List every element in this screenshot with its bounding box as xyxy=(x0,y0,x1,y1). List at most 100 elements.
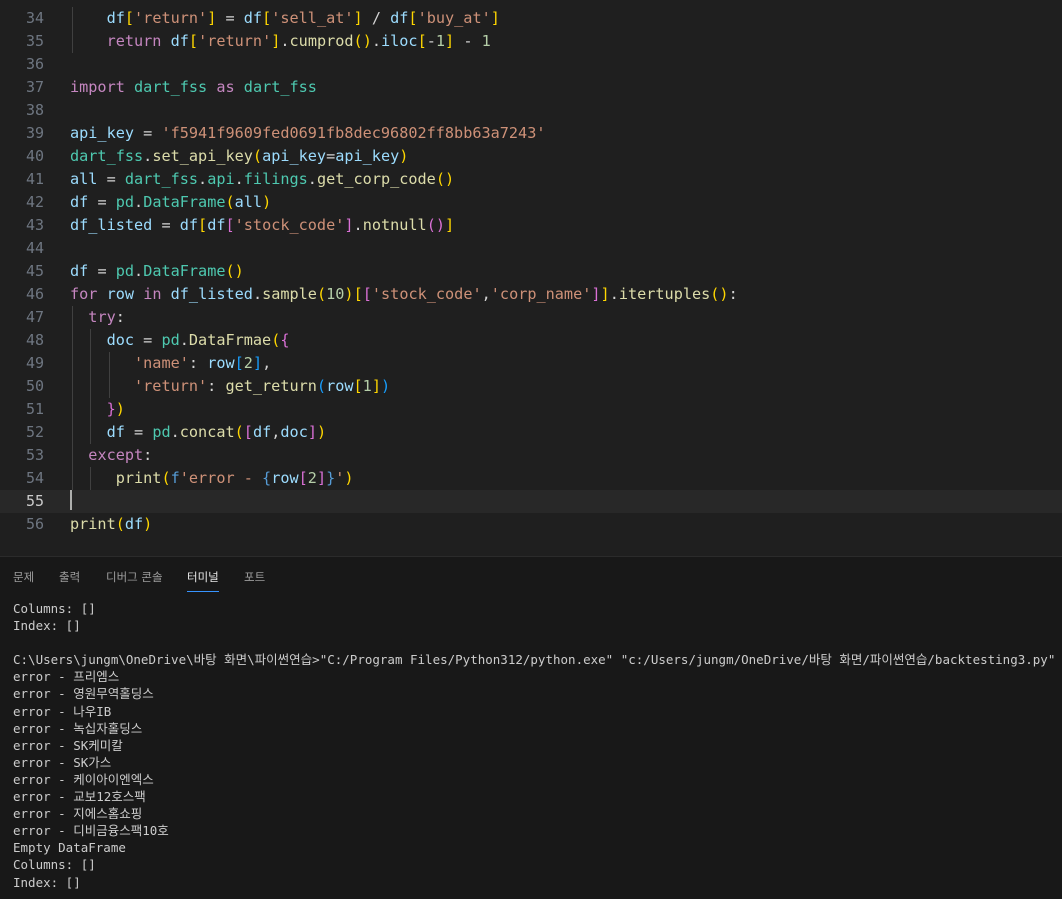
code-token: DataFrmae xyxy=(188,331,272,349)
code-text: dart_fss.set_api_key(api_key=api_key) xyxy=(70,145,408,168)
code-text: df['return'] = df['sell_at'] / df['buy_a… xyxy=(70,7,500,30)
code-token: . xyxy=(234,170,244,188)
terminal-line: Columns: [] xyxy=(13,601,96,616)
code-token: ( xyxy=(316,377,327,395)
code-token: pd xyxy=(115,262,135,280)
code-token: 'stock_code' xyxy=(234,216,345,234)
code-token: () xyxy=(710,285,729,303)
code-text: doc = pd.DataFrmae({ xyxy=(70,329,290,352)
code-text: 'return': get_return(row[1]) xyxy=(70,375,390,398)
code-token: print xyxy=(70,515,116,533)
code-line[interactable]: 34 df['return'] = df['sell_at'] / df['bu… xyxy=(0,7,1062,30)
panel-tab[interactable]: 포트 xyxy=(244,569,265,585)
code-line[interactable]: 53 except: xyxy=(0,444,1062,467)
code-token: ] xyxy=(445,32,455,50)
panel-tab[interactable]: 디버그 콘솔 xyxy=(106,569,163,585)
code-line[interactable]: 48 doc = pd.DataFrmae({ xyxy=(0,329,1062,352)
code-line[interactable]: 35 return df['return'].cumprod().iloc[-1… xyxy=(0,30,1062,53)
code-token: DataFrame xyxy=(143,262,226,280)
code-line[interactable]: 50 'return': get_return(row[1]) xyxy=(0,375,1062,398)
code-text: }) xyxy=(70,398,125,421)
code-token: [ xyxy=(362,285,372,303)
indent-guide xyxy=(72,306,73,490)
code-token: api_key xyxy=(262,147,327,165)
line-number: 46 xyxy=(25,285,44,303)
code-token: in xyxy=(143,285,162,303)
terminal-line: error - 영원무역홀딩스 xyxy=(13,686,154,702)
code-line[interactable]: 39 api_key = 'f5941f9609fed0691fb8dec9680… xyxy=(0,122,1062,145)
line-number: 36 xyxy=(25,55,44,73)
code-token: df xyxy=(390,9,409,27)
code-token: df xyxy=(170,32,189,50)
code-line[interactable]: 43 df_listed = df[df['stock_code'].notnul… xyxy=(0,214,1062,237)
line-number: 41 xyxy=(25,170,44,188)
code-token: ] xyxy=(307,423,317,441)
code-token: , xyxy=(262,354,272,372)
panel-tab[interactable]: 문제 xyxy=(13,569,34,585)
panel-tabs: 문제 출력 디버그 콘솔 터미널 포트 xyxy=(0,557,1062,592)
code-line[interactable]: 40 dart_fss.set_api_key(api_key=api_key) xyxy=(0,145,1062,168)
code-line[interactable]: 45 df = pd.DataFrame() xyxy=(0,260,1062,283)
code-line[interactable]: 54 print(f'error - {row[2]}') xyxy=(0,467,1062,490)
code-line[interactable]: 42 df = pd.DataFrame(all) xyxy=(0,191,1062,214)
code-token: : xyxy=(188,354,208,372)
panel-tab[interactable]: 터미널 xyxy=(187,569,219,592)
code-token: . xyxy=(280,32,290,50)
line-number: 55 xyxy=(25,492,44,510)
code-token: [ xyxy=(408,9,418,27)
code-line[interactable]: 37 import dart_fss as dart_fss xyxy=(0,76,1062,99)
terminal-output[interactable]: Columns: [] Index: [] C:\Users\jungm\OneDr… xyxy=(13,600,1058,891)
code-line[interactable]: 51 }) xyxy=(0,398,1062,421)
code-token: for xyxy=(70,285,98,303)
panel-tab[interactable]: 출력 xyxy=(59,569,80,585)
code-token: / xyxy=(362,9,391,27)
code-token: doc xyxy=(280,423,308,441)
code-token: [ xyxy=(188,32,199,50)
code-text: df = pd.concat([df,doc]) xyxy=(70,421,327,444)
code-token: [ xyxy=(417,32,427,50)
code-token: () xyxy=(435,170,455,188)
code-token: ) xyxy=(344,469,354,487)
code-token: ) xyxy=(143,515,153,533)
code-token: ] xyxy=(445,216,455,234)
code-text: try: xyxy=(70,306,125,329)
code-token: ( xyxy=(271,331,281,349)
code-editor[interactable]: 34 df['return'] = df['sell_at'] / df['bu… xyxy=(0,0,1062,556)
code-token: 'stock_code' xyxy=(371,285,482,303)
code-token: 'f5941f9609fed0691fb8dec96802ff8bb63a724… xyxy=(161,124,546,142)
code-token: ] xyxy=(591,285,601,303)
line-number: 35 xyxy=(25,32,44,50)
code-token: ) xyxy=(344,285,354,303)
code-token: = xyxy=(326,147,336,165)
code-token: df_listed xyxy=(170,285,253,303)
code-token: ( xyxy=(234,423,244,441)
code-token: import xyxy=(70,78,125,96)
code-token: , xyxy=(481,285,491,303)
code-token: ( xyxy=(316,285,327,303)
code-line[interactable]: 55 xyxy=(0,490,1062,513)
code-line[interactable]: 38 xyxy=(0,99,1062,122)
indent-guide xyxy=(109,352,110,398)
code-token: sample xyxy=(262,285,317,303)
code-token: () xyxy=(426,216,445,234)
code-line[interactable]: 46 for row in df_listed.sample(10)[['stoc… xyxy=(0,283,1062,306)
code-line[interactable]: 36 xyxy=(0,53,1062,76)
code-token: ] xyxy=(252,354,263,372)
code-line[interactable]: 49 'name': row[2], xyxy=(0,352,1062,375)
code-token: dart_fss xyxy=(134,78,208,96)
code-line[interactable]: 44 xyxy=(0,237,1062,260)
indent-guide xyxy=(90,329,91,444)
code-line[interactable]: 52 df = pd.concat([df,doc]) xyxy=(0,421,1062,444)
code-line[interactable]: 41 all = dart_fss.api.filings.get_corp_co… xyxy=(0,168,1062,191)
code-token: . xyxy=(371,32,381,50)
code-line[interactable]: 47 try: xyxy=(0,306,1062,329)
terminal-line: error - SK가스 xyxy=(13,754,112,770)
code-token: () xyxy=(353,32,372,50)
code-line[interactable]: 56 print(df) xyxy=(0,513,1062,536)
code-token: DataFrame xyxy=(143,193,226,211)
